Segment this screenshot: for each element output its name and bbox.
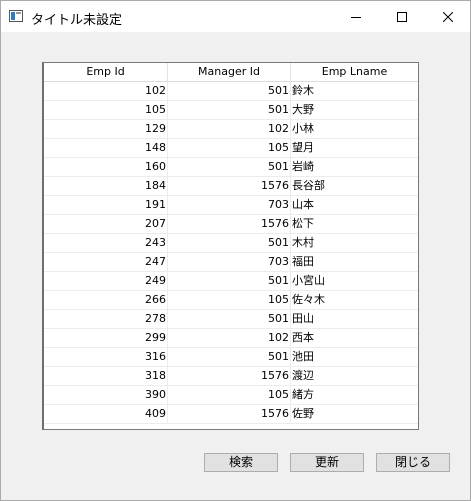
cell-emp-lname[interactable]: 西本 [291, 329, 418, 347]
column-header-emp-id[interactable]: Emp Id [44, 63, 168, 81]
table-row[interactable]: 409 1576 佐野 [44, 405, 418, 424]
cell-manager-id[interactable]: 501 [168, 310, 291, 328]
cell-manager-id[interactable]: 105 [168, 139, 291, 157]
table-row[interactable]: 318 1576 渡辺 [44, 367, 418, 386]
cell-manager-id[interactable]: 105 [168, 386, 291, 404]
table-row[interactable]: 390 105 緒方 [44, 386, 418, 405]
column-header-manager-id[interactable]: Manager Id [168, 63, 291, 81]
cell-emp-id[interactable]: 148 [44, 139, 168, 157]
employee-grid[interactable]: Emp Id Manager Id Emp Lname 102 501 鈴木 105 5… [42, 62, 419, 430]
table-row[interactable]: 160 501 岩崎 [44, 158, 418, 177]
maximize-icon [397, 11, 407, 22]
cell-emp-id[interactable]: 316 [44, 348, 168, 366]
cell-emp-lname[interactable]: 佐野 [291, 405, 418, 423]
grid-body: 102 501 鈴木 105 501 大野 129 102 小林 148 105 望月 160 501 岩崎… [44, 82, 418, 424]
table-row[interactable]: 191 703 山本 [44, 196, 418, 215]
cell-manager-id[interactable]: 1576 [168, 405, 291, 423]
cell-emp-lname[interactable]: 緒方 [291, 386, 418, 404]
cell-emp-lname[interactable]: 松下 [291, 215, 418, 233]
minimize-button[interactable] [333, 1, 379, 32]
cell-emp-lname[interactable]: 望月 [291, 139, 418, 157]
cell-manager-id[interactable]: 501 [168, 272, 291, 290]
cell-manager-id[interactable]: 501 [168, 101, 291, 119]
table-row[interactable]: 105 501 大野 [44, 101, 418, 120]
cell-emp-lname[interactable]: 小林 [291, 120, 418, 138]
refresh-button[interactable]: 更新 [290, 453, 364, 472]
cell-emp-id[interactable]: 102 [44, 82, 168, 100]
cell-emp-id[interactable]: 184 [44, 177, 168, 195]
cell-manager-id[interactable]: 102 [168, 120, 291, 138]
table-row[interactable]: 243 501 木村 [44, 234, 418, 253]
window-title: タイトル未設定 [31, 13, 123, 28]
table-row[interactable]: 148 105 望月 [44, 139, 418, 158]
cell-emp-id[interactable]: 299 [44, 329, 168, 347]
cell-emp-lname[interactable]: 佐々木 [291, 291, 418, 309]
cell-emp-id[interactable]: 409 [44, 405, 168, 423]
cell-emp-id[interactable]: 278 [44, 310, 168, 328]
cell-manager-id[interactable]: 501 [168, 158, 291, 176]
cell-emp-id[interactable]: 266 [44, 291, 168, 309]
cell-emp-id[interactable]: 160 [44, 158, 168, 176]
cell-manager-id[interactable]: 703 [168, 196, 291, 214]
maximize-button[interactable] [379, 1, 425, 32]
table-row[interactable]: 266 105 佐々木 [44, 291, 418, 310]
close-window-button[interactable] [425, 1, 471, 32]
cell-emp-id[interactable]: 318 [44, 367, 168, 385]
minimize-icon [351, 16, 361, 18]
table-row[interactable]: 102 501 鈴木 [44, 82, 418, 101]
cell-manager-id[interactable]: 105 [168, 291, 291, 309]
table-row[interactable]: 129 102 小林 [44, 120, 418, 139]
cell-emp-lname[interactable]: 長谷部 [291, 177, 418, 195]
cell-emp-id[interactable]: 247 [44, 253, 168, 271]
cell-manager-id[interactable]: 1576 [168, 367, 291, 385]
cell-manager-id[interactable]: 501 [168, 82, 291, 100]
cell-emp-id[interactable]: 105 [44, 101, 168, 119]
cell-manager-id[interactable]: 501 [168, 234, 291, 252]
cell-emp-id[interactable]: 243 [44, 234, 168, 252]
cell-emp-lname[interactable]: 鈴木 [291, 82, 418, 100]
title-bar[interactable]: タイトル未設定 [1, 1, 470, 32]
cell-emp-id[interactable]: 249 [44, 272, 168, 290]
table-row[interactable]: 249 501 小宮山 [44, 272, 418, 291]
cell-manager-id[interactable]: 501 [168, 348, 291, 366]
cell-manager-id[interactable]: 102 [168, 329, 291, 347]
table-row[interactable]: 207 1576 松下 [44, 215, 418, 234]
cell-manager-id[interactable]: 1576 [168, 215, 291, 233]
cell-emp-id[interactable]: 207 [44, 215, 168, 233]
grid-header: Emp Id Manager Id Emp Lname [44, 63, 418, 82]
table-row[interactable]: 316 501 池田 [44, 348, 418, 367]
cell-emp-id[interactable]: 129 [44, 120, 168, 138]
close-icon [443, 11, 453, 22]
cell-emp-lname[interactable]: 岩崎 [291, 158, 418, 176]
close-button[interactable]: 閉じる [376, 453, 450, 472]
cell-emp-lname[interactable]: 小宮山 [291, 272, 418, 290]
table-row[interactable]: 184 1576 長谷部 [44, 177, 418, 196]
cell-manager-id[interactable]: 1576 [168, 177, 291, 195]
column-header-emp-lname[interactable]: Emp Lname [291, 63, 418, 81]
cell-manager-id[interactable]: 703 [168, 253, 291, 271]
search-button[interactable]: 検索 [204, 453, 278, 472]
cell-emp-lname[interactable]: 木村 [291, 234, 418, 252]
app-icon [9, 10, 23, 22]
cell-emp-lname[interactable]: 田山 [291, 310, 418, 328]
table-row[interactable]: 247 703 福田 [44, 253, 418, 272]
main-window: タイトル未設定 Emp Id Manager Id Emp Lname 102 5… [0, 0, 471, 501]
cell-emp-lname[interactable]: 渡辺 [291, 367, 418, 385]
cell-emp-id[interactable]: 390 [44, 386, 168, 404]
cell-emp-id[interactable]: 191 [44, 196, 168, 214]
cell-emp-lname[interactable]: 池田 [291, 348, 418, 366]
cell-emp-lname[interactable]: 山本 [291, 196, 418, 214]
table-row[interactable]: 299 102 西本 [44, 329, 418, 348]
table-row[interactable]: 278 501 田山 [44, 310, 418, 329]
cell-emp-lname[interactable]: 福田 [291, 253, 418, 271]
cell-emp-lname[interactable]: 大野 [291, 101, 418, 119]
